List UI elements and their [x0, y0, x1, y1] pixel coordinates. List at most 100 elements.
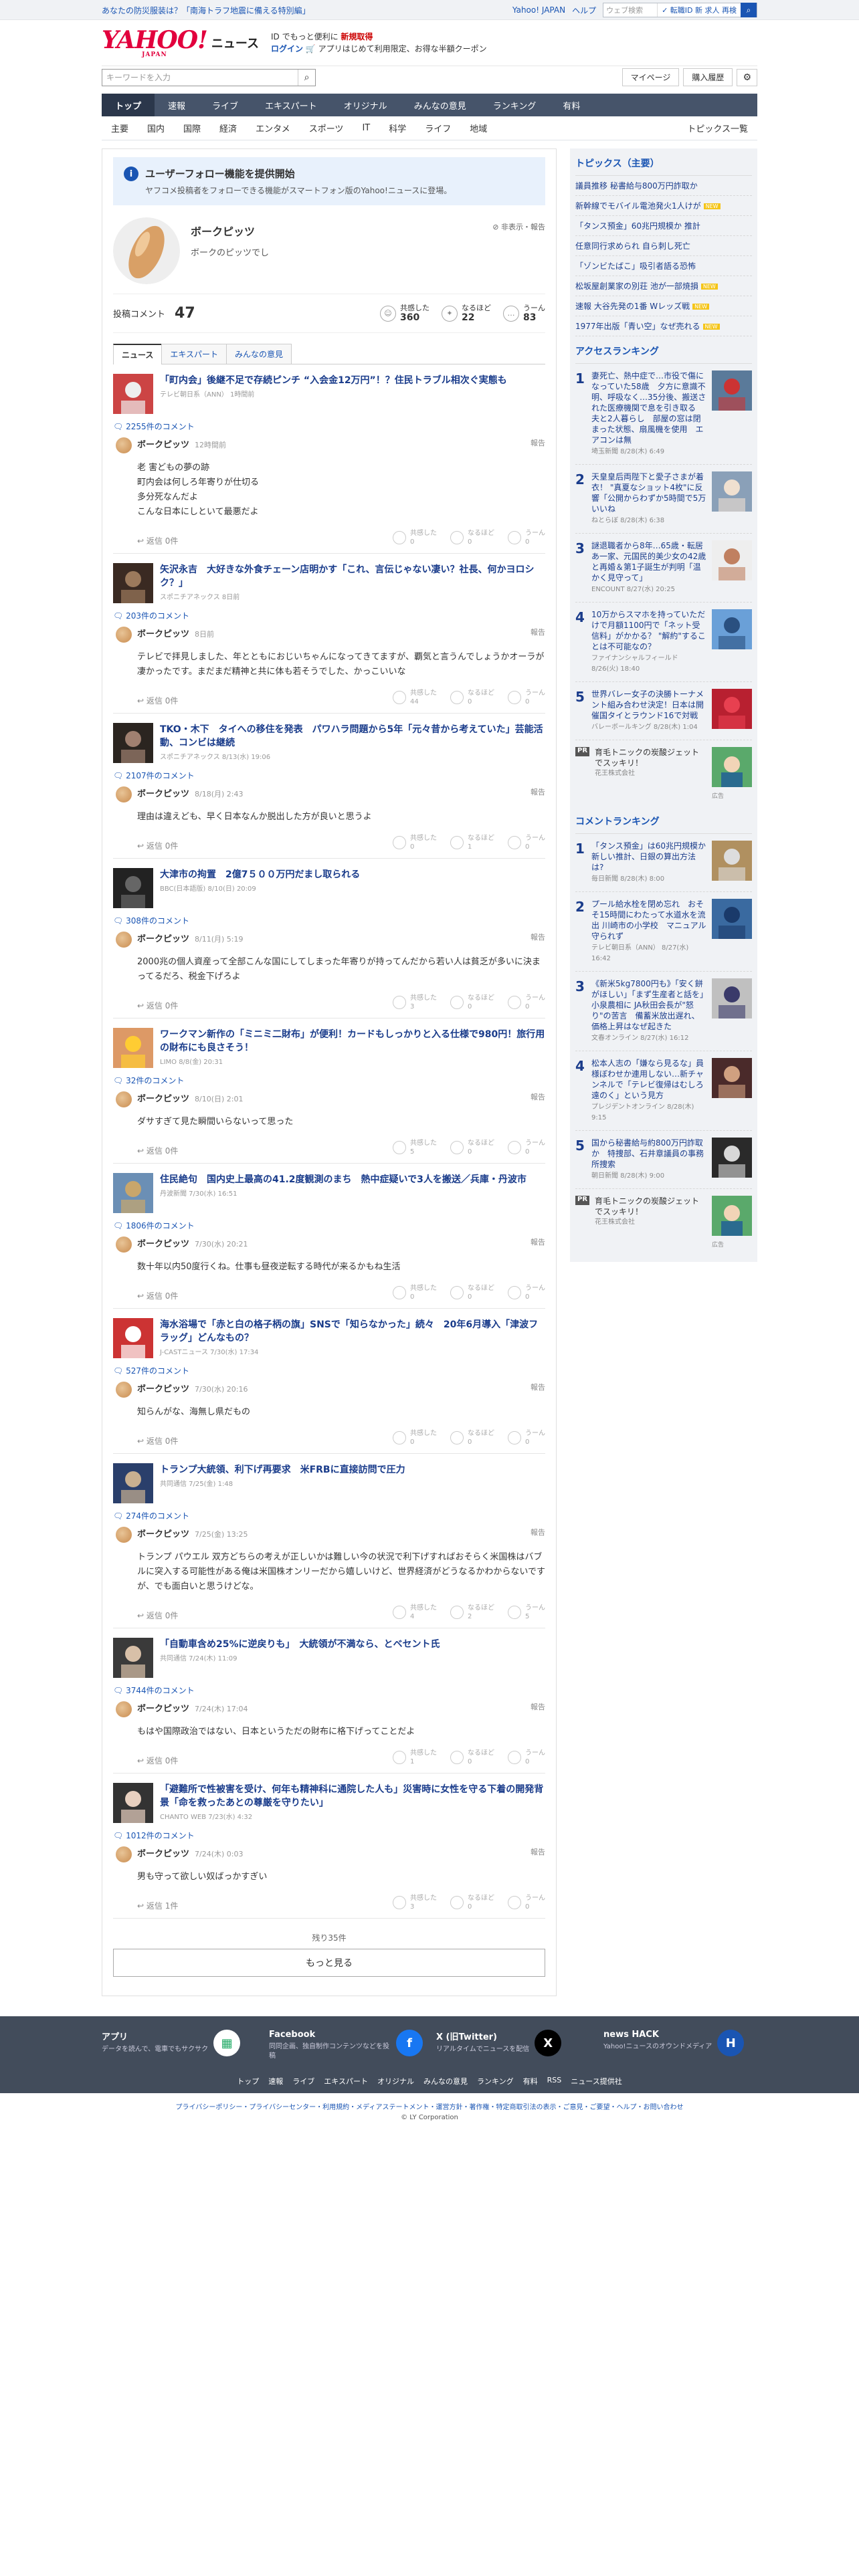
web-search-button[interactable]: ⌕	[741, 3, 757, 17]
topics-list-link[interactable]: トピックス一覧	[678, 122, 757, 134]
ranking-item[interactable]: 4 松本人志の「嫌なら見るな」員様ぼわせか連用しない…新チャンネルで「テレビ復帰は…	[575, 1051, 752, 1131]
avatar[interactable]	[116, 1237, 132, 1253]
gnav-item[interactable]: オリジナル	[330, 94, 401, 116]
signup-link[interactable]: 新規取得	[341, 32, 373, 41]
article-link[interactable]: 住民絶句 国内史上最高の41.2度観測のまち 熱中症疑いで3人を搬送／兵庫・丹波…	[113, 1164, 545, 1217]
report-link[interactable]: 報告	[531, 1091, 545, 1102]
web-search-input[interactable]: ウェブ検索	[603, 5, 657, 15]
reply-button[interactable]: ↩ 返信 0件	[137, 695, 178, 706]
uun-button[interactable]: うーん 0	[508, 1749, 545, 1766]
yahoo-logo[interactable]: YAHOO! JAPAN	[102, 28, 208, 58]
ranking-item[interactable]: 5 国から秘書給与約800万円詐取か 特捜部、石井章議員の事務所捜索 朝日新聞 8/…	[575, 1131, 752, 1189]
notice-desc[interactable]: ヤフコメ投稿者をフォローできる機能がスマートフォン版のYahoo!ニュースに登場…	[145, 185, 452, 196]
article-title[interactable]: 「自動車含め25%に逆戻りも」 大統領が不満なら、とベセント氏	[160, 1638, 440, 1651]
naruhodo-button[interactable]: なるほど 0	[450, 1894, 494, 1911]
article-thumbnail[interactable]	[113, 1463, 153, 1503]
article-link[interactable]: 「自動車含め25%に逆戻りも」 大統領が不満なら、とベセント氏 共同通信 7/24…	[113, 1628, 545, 1682]
avatar[interactable]	[116, 437, 132, 453]
article-thumbnail[interactable]	[113, 1638, 153, 1678]
keyword-input[interactable]: キーワードを入力	[102, 72, 298, 83]
article-link[interactable]: 大津市の拘置 2億7５００万円だまし取られる BBC(日本語版) 8/10(日) …	[113, 859, 545, 912]
footer-app-2[interactable]: X (旧Twitter) リアルタイムでニュースを配信 X	[436, 2030, 590, 2061]
naruhodo-button[interactable]: なるほど 0	[450, 1429, 494, 1446]
article-title[interactable]: 住民絶句 国内史上最高の41.2度観測のまち 熱中症疑いで3人を搬送／兵庫・丹波…	[160, 1173, 527, 1186]
kyokan-button[interactable]: 共感した 0	[393, 529, 437, 546]
news-label[interactable]: ニュース	[211, 34, 259, 51]
kyokan-button[interactable]: 共感した 4	[393, 1604, 437, 1621]
article-link[interactable]: ワークマン新作の「ミニミ二財布」が便利！カードもしっかりと入る仕様で980円！旅…	[113, 1018, 545, 1072]
topic-item[interactable]: 速報 大谷先発の1番 Wレッズ戦 NEW	[575, 296, 752, 316]
footer-link[interactable]: トップ	[237, 2076, 259, 2086]
gear-icon[interactable]: ⚙	[737, 68, 757, 86]
article-title[interactable]: 矢沢永吉 大好きな外食チェーン店明かす「これ、言伝じゃない凄い？社長、何かヨロシ…	[160, 563, 545, 590]
uun-button[interactable]: うーん 5	[508, 1604, 545, 1621]
report-link[interactable]: 報告	[531, 627, 545, 637]
naruhodo-button[interactable]: なるほど 1	[450, 834, 494, 851]
topic-item[interactable]: 1977年出版「青い空」なぜ売れる NEW	[575, 316, 752, 336]
avatar[interactable]	[116, 1527, 132, 1543]
comment-ranking-title[interactable]: コメントランキング	[575, 807, 752, 834]
topic-item[interactable]: 「ゾンビたばこ」吸引者語る恐怖	[575, 256, 752, 276]
comment-count-link[interactable]: 🗨 2107件のコメント	[113, 767, 545, 786]
gnav-item[interactable]: 速報	[155, 94, 199, 116]
pr-ad-2[interactable]: PR 育毛トニックの炭酸ジェットでスッキリ！ 花王株式会社 広告	[575, 1189, 752, 1255]
article-thumbnail[interactable]	[113, 1783, 153, 1823]
comment-count-link[interactable]: 🗨 308件のコメント	[113, 912, 545, 932]
ranking-item[interactable]: 1 「タンス預金」は60兆円規模か 新しい推計、日銀の算出方法は? 毎日新聞 8/2…	[575, 834, 752, 892]
reply-button[interactable]: ↩ 返信 0件	[137, 840, 178, 851]
ranking-item[interactable]: 3 謎退職者から8年…65歳・転居あ一家、元国民的美少女の42歳と再婚＆第1子誕生…	[575, 534, 752, 603]
article-link[interactable]: トランプ大統領、利下げ再要求 米FRBに直接訪問で圧力 共同通信 7/25(金) …	[113, 1454, 545, 1507]
commenter-name[interactable]: ボークピッツ	[137, 1529, 189, 1539]
gnav-item[interactable]: みんなの意見	[401, 94, 480, 116]
ranking-item[interactable]: 2 天皇皇后両陛下と愛子さまが着衣！ "真夏なショット4枚"に反響「公開からわずか…	[575, 465, 752, 534]
kyokan-button[interactable]: 共感した 0	[393, 1429, 437, 1446]
naruhodo-button[interactable]: なるほど 0	[450, 1139, 494, 1156]
comment-count-link[interactable]: 🗨 203件のコメント	[113, 607, 545, 627]
article-link[interactable]: 海水浴場で「赤と白の格子柄の旗」SNSで「知らなかった」続々 20年6月導入「津…	[113, 1309, 545, 1362]
comment-count-link[interactable]: 🗨 527件のコメント	[113, 1362, 545, 1382]
report-link[interactable]: ⊘ 非表示・報告	[492, 221, 545, 284]
uun-button[interactable]: うーん 0	[508, 1894, 545, 1911]
access-ranking-title[interactable]: アクセスランキング	[575, 336, 752, 364]
ranking-item[interactable]: 2 プール給水栓を閉め忘れ おそそ15時間にわたって水道水を流出 川崎市の小学校 …	[575, 892, 752, 972]
topic-item[interactable]: 「タンス預金」60兆円規模か 推計	[575, 216, 752, 236]
naruhodo-button[interactable]: なるほど 0	[450, 1284, 494, 1301]
pr-ad[interactable]: PR 育毛トニックの炭酸ジェットでスッキリ！ 花王株式会社 広告	[575, 740, 752, 807]
kyokan-button[interactable]: 共感した 3	[393, 1894, 437, 1911]
commenter-name[interactable]: ボークピッツ	[137, 1239, 189, 1249]
article-title[interactable]: トランプ大統領、利下げ再要求 米FRBに直接訪問で圧力	[160, 1463, 405, 1477]
article-title[interactable]: 海水浴場で「赤と白の格子柄の旗」SNSで「知らなかった」続々 20年6月導入「津…	[160, 1318, 545, 1345]
footer-link[interactable]: みんなの意見	[423, 2076, 468, 2086]
comment-count-link[interactable]: 🗨 32件のコメント	[113, 1072, 545, 1091]
gnav-item[interactable]: トップ	[102, 94, 155, 116]
article-title[interactable]: TKO・木下 タイへの移住を発表 パワハラ問題から5年「元々昔から考えていた」芸…	[160, 723, 545, 750]
search-scope[interactable]: ✓ 転職ID 新 求人 再検	[657, 3, 741, 17]
avatar[interactable]	[116, 932, 132, 948]
comment-count-link[interactable]: 🗨 2255件のコメント	[113, 418, 545, 437]
footer-link[interactable]: ニュース提供社	[571, 2076, 622, 2086]
ranking-item[interactable]: 3 《新米5kg7800円も》「安く餅がほしい」「まず生産者と話を」小泉農相に J…	[575, 972, 752, 1051]
footer-link[interactable]: 有料	[523, 2076, 538, 2086]
snav-item[interactable]: 科学	[379, 122, 415, 134]
snav-item[interactable]: ライフ	[415, 122, 460, 134]
footer-link[interactable]: 速報	[268, 2076, 283, 2086]
report-link[interactable]: 報告	[531, 1382, 545, 1392]
search-icon[interactable]: ⌕	[298, 69, 315, 86]
comment-count-link[interactable]: 🗨 1012件のコメント	[113, 1827, 545, 1846]
promo-link[interactable]: あなたの防災服装は？「南海トラフ地震に備える特別編」	[102, 5, 512, 16]
uun-button[interactable]: うーん 0	[508, 834, 545, 851]
commenter-name[interactable]: ボークピッツ	[137, 934, 189, 944]
article-thumbnail[interactable]	[113, 868, 153, 908]
snav-item[interactable]: スポーツ	[300, 122, 353, 134]
naruhodo-button[interactable]: なるほど 0	[450, 689, 494, 706]
commenter-name[interactable]: ボークピッツ	[137, 1384, 189, 1394]
topic-item[interactable]: 松坂屋創業家の別荘 池が一部焼損 NEW	[575, 276, 752, 296]
tab-1[interactable]: エキスパート	[161, 344, 227, 364]
naruhodo-button[interactable]: なるほど 0	[450, 529, 494, 546]
gnav-item[interactable]: エキスパート	[252, 94, 330, 116]
kyokan-button[interactable]: 共感した 1	[393, 1749, 437, 1766]
article-thumbnail[interactable]	[113, 1173, 153, 1213]
article-thumbnail[interactable]	[113, 1318, 153, 1358]
ranking-item[interactable]: 4 10万からスマホを持っていただけで月額1100円で「ネット受信料」がかかる？ …	[575, 603, 752, 682]
naruhodo-button[interactable]: なるほど 0	[450, 994, 494, 1011]
